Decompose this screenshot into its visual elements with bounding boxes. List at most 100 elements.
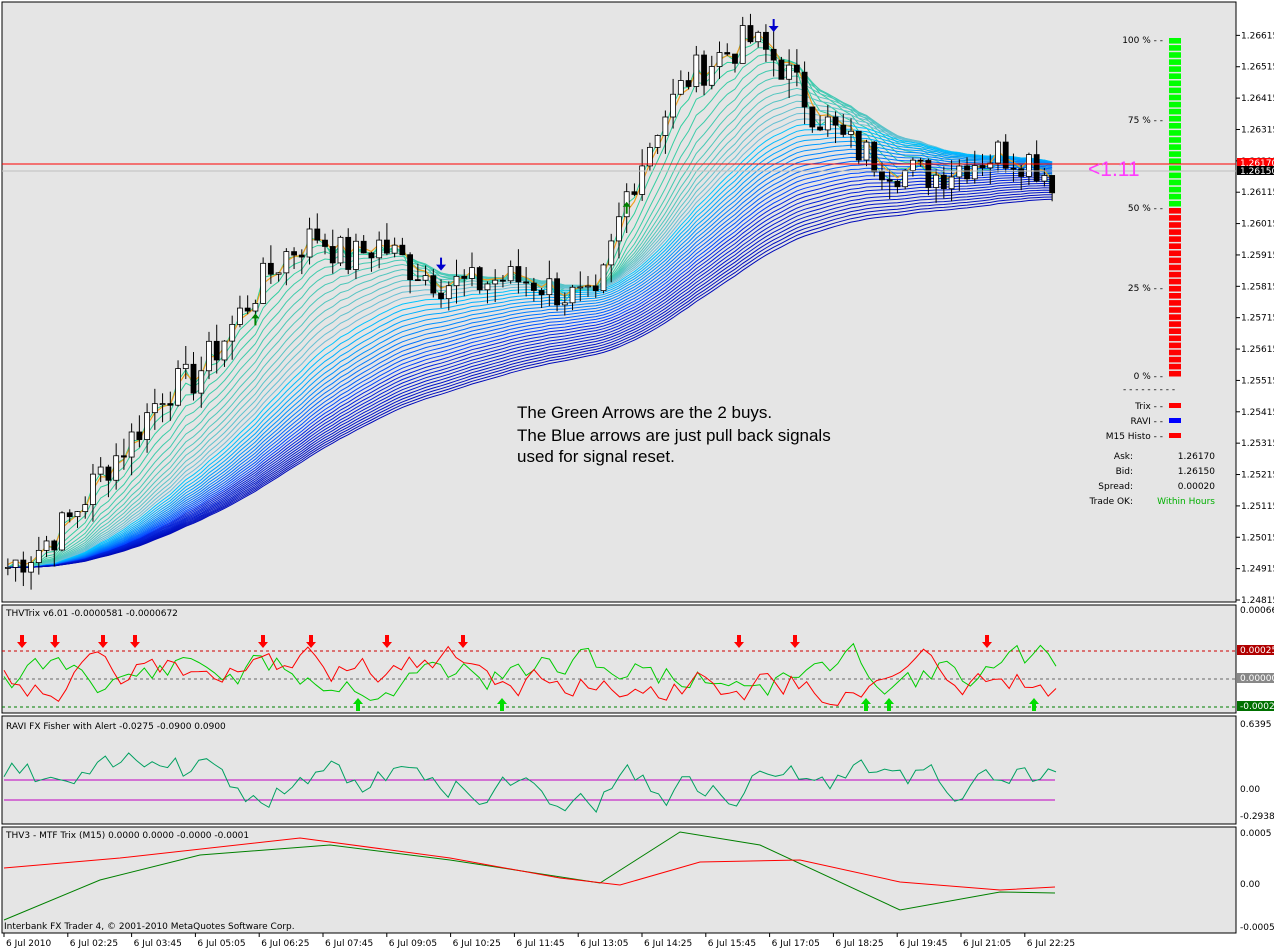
candle-body [770, 48, 777, 61]
candle-body [144, 412, 151, 440]
gauge-segment [1169, 130, 1181, 136]
copyright-footer: Interbank FX Trader 4, © 2001-2010 MetaQ… [4, 922, 295, 932]
sub1-tick-lower: -0.00025 [1240, 702, 1274, 712]
candle-body [438, 292, 444, 300]
candle-body [507, 266, 514, 282]
candle-body [345, 236, 352, 270]
price-tick-label: 1.26415 [1241, 94, 1274, 104]
candle-body [902, 170, 909, 188]
candle-body [1026, 154, 1032, 177]
candle-body [59, 512, 65, 551]
ravi-title: RAVI FX Fisher with Alert -0.0275 -0.090… [6, 722, 226, 732]
gauge-segment [1169, 208, 1181, 214]
candle-body [732, 53, 738, 64]
legend-trix-label: Trix - - [1134, 402, 1163, 412]
sub3-tick-max: 0.0005 [1240, 829, 1272, 839]
price-tick-label: 1.25115 [1241, 502, 1274, 512]
candle-body [933, 174, 940, 188]
gauge-segment [1169, 186, 1181, 193]
candle-body [940, 174, 947, 190]
candle-body [97, 466, 104, 475]
sub3-tick-zero: 0.00 [1240, 880, 1260, 890]
sub2-tick-zero: 0.00 [1240, 785, 1260, 795]
gauge-segment [1169, 314, 1181, 320]
candle-body [848, 130, 854, 135]
time-tick-label: 6 Jul 17:05 [772, 939, 820, 949]
price-tick-label: 1.25315 [1241, 439, 1274, 449]
gauge-label-25: 25 % - - [1128, 284, 1163, 294]
candle-body [515, 266, 522, 283]
candle-body [500, 279, 506, 282]
candle-body [778, 59, 785, 80]
candle-body [275, 272, 282, 275]
candle-body [12, 559, 19, 568]
candle-body [801, 71, 808, 108]
candle-body [4, 567, 11, 569]
candle-body [793, 64, 800, 73]
candle-body [283, 251, 290, 274]
candle-body [1018, 168, 1025, 177]
candle-body [306, 228, 313, 258]
candle-body [159, 403, 166, 405]
candle-body [105, 466, 112, 481]
candle-body [237, 307, 243, 325]
candle-body [654, 135, 661, 148]
candle-body [786, 64, 793, 80]
time-tick-label: 6 Jul 22:25 [1027, 939, 1075, 949]
candle-body [948, 176, 955, 190]
mtf-trix-title: THV3 - MTF Trix (M15) 0.0000 0.0000 -0.0… [5, 831, 249, 841]
candle-body [1033, 154, 1040, 182]
info-spread-value: 0.00020 [1178, 482, 1215, 492]
sub3-tick-min: -0.0005 [1240, 923, 1274, 933]
gauge-segment [1169, 363, 1181, 370]
candle-body [886, 179, 893, 182]
gauge-segment [1169, 356, 1181, 363]
candle-body [469, 267, 475, 279]
candle-body [685, 80, 692, 87]
gauge-segment [1169, 307, 1181, 313]
gauge-segment [1169, 52, 1181, 58]
price-tick-label: 1.25215 [1241, 471, 1274, 481]
candle-body [971, 165, 978, 180]
gauge-segment [1169, 38, 1181, 44]
candle-body [198, 370, 205, 394]
time-tick-label: 6 Jul 07:45 [325, 939, 373, 949]
candle-body [693, 54, 700, 87]
candle-body [66, 512, 73, 518]
gauge-segment [1169, 257, 1181, 264]
candle-body [82, 504, 89, 513]
annotation-line-3: used for signal reset. [517, 447, 675, 466]
sub1-tick-upper: 0.00025 [1240, 646, 1274, 656]
candle-body [229, 324, 236, 342]
time-tick-label: 6 Jul 19:45 [899, 939, 947, 949]
candle-body [453, 275, 460, 287]
candle-body [291, 251, 297, 256]
candle-body [546, 278, 553, 296]
legend-trix-swatch [1169, 403, 1181, 408]
time-tick-label: 6 Jul 13:05 [580, 939, 628, 949]
trading-chart[interactable]: The Green Arrows are the 2 buys. The Blu… [0, 0, 1274, 952]
candle-body [616, 216, 622, 242]
candle-body [175, 368, 181, 406]
time-tick-label: 6 Jul 02:25 [70, 939, 118, 949]
candle-body [267, 262, 274, 275]
price-tick-label: 1.26115 [1241, 188, 1274, 198]
candle-body [964, 165, 970, 180]
gauge-segment [1169, 137, 1181, 143]
candle-body [120, 455, 127, 458]
candle-body [414, 279, 421, 282]
candle-body [74, 511, 81, 518]
candle-body [151, 403, 158, 414]
thvtrix-title: THVTrix v6.01 -0.0000581 -0.0000672 [5, 609, 178, 619]
info-bid-value: 1.26150 [1178, 467, 1215, 477]
candle-body [353, 240, 359, 270]
candle-body [322, 239, 328, 247]
price-tick-label: 1.25615 [1241, 345, 1274, 355]
mtf-trix-panel[interactable] [1, 826, 1237, 934]
candle-body [600, 264, 607, 292]
annotation-line-1: The Green Arrows are the 2 buys. [517, 403, 772, 422]
candle-body [167, 403, 174, 406]
candle-body [538, 290, 545, 296]
gauge-segment [1169, 271, 1181, 278]
price-tick-label: 1.24915 [1241, 565, 1274, 575]
